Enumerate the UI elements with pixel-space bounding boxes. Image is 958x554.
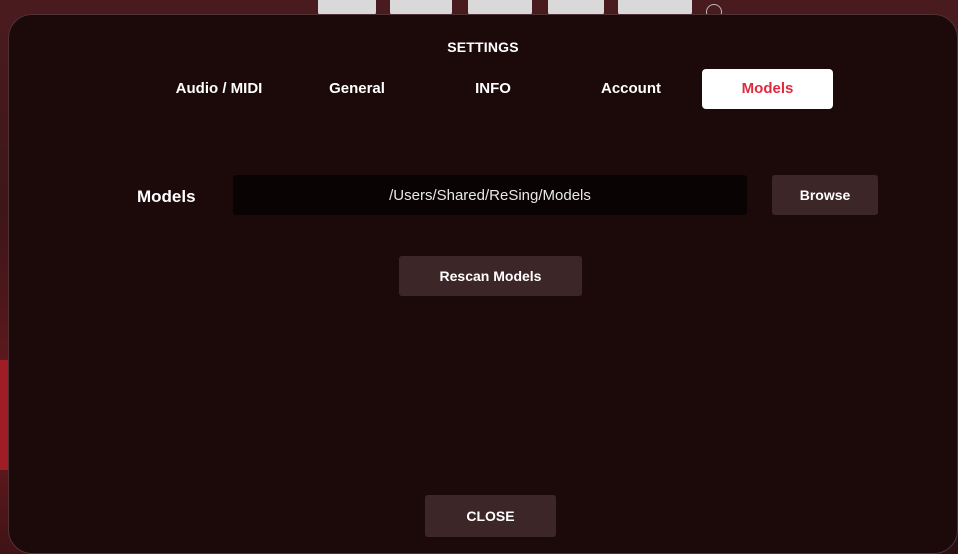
close-button[interactable]: CLOSE <box>425 495 556 537</box>
tab-models[interactable]: Models <box>702 69 833 109</box>
browse-button[interactable]: Browse <box>772 175 878 215</box>
settings-modal: SETTINGS Audio / MIDI General INFO Accou… <box>8 14 958 554</box>
settings-tabs: Audio / MIDI General INFO Account Models <box>9 69 957 111</box>
models-path-field[interactable] <box>233 175 747 215</box>
tab-info[interactable]: INFO <box>455 69 531 109</box>
models-path-label: Models <box>137 187 196 206</box>
tab-account[interactable]: Account <box>579 69 683 109</box>
modal-title: SETTINGS <box>447 39 519 55</box>
tab-audio-midi[interactable]: Audio / MIDI <box>159 69 279 109</box>
rescan-models-button[interactable]: Rescan Models <box>399 256 582 296</box>
tab-general[interactable]: General <box>309 69 405 109</box>
